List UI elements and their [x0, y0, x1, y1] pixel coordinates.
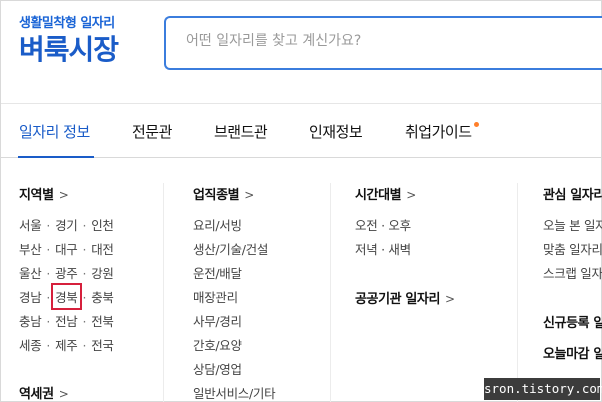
station-area-title[interactable]: 역세권 > [19, 383, 69, 402]
job-type-title[interactable]: 업직종별 > [193, 184, 254, 203]
region-sejong[interactable]: 세종 [19, 335, 42, 354]
active-tab-underline [18, 156, 94, 158]
column-divider [330, 183, 331, 402]
region-incheon[interactable]: 인천 [91, 215, 114, 234]
region-gyeongnam[interactable]: 경남 [19, 287, 42, 306]
region-jeju[interactable]: 제주 [55, 335, 78, 354]
region-row: 울산 · 광주 · 강원 [19, 263, 114, 282]
separator: · [46, 242, 51, 257]
region-title-label: 지역별 [19, 188, 54, 203]
matched-jobs-link[interactable]: 맞춤 일자리 [543, 239, 602, 258]
region-busan[interactable]: 부산 [19, 239, 42, 258]
job-type-office[interactable]: 사무/경리 [193, 311, 242, 330]
separator: · [46, 266, 51, 281]
job-type-nursing[interactable]: 간호/요양 [193, 335, 242, 354]
public-jobs-title[interactable]: 공공기관 일자리 > [355, 288, 455, 307]
region-nationwide[interactable]: 전국 [91, 335, 114, 354]
site-logo[interactable]: 생활밀착형 일자리 벼룩시장 [19, 12, 119, 67]
region-ulsan[interactable]: 울산 [19, 263, 42, 282]
time-slot-day[interactable]: 오전 · 오후 [355, 215, 411, 234]
job-type-driving[interactable]: 운전/배달 [193, 263, 242, 282]
main-nav: 일자리 정보 전문관 브랜드관 인재정보 취업가이드 [0, 112, 602, 158]
separator: · [82, 266, 87, 281]
separator: · [46, 314, 51, 329]
time-slot-night[interactable]: 저녁 · 새벽 [355, 239, 411, 258]
region-seoul[interactable]: 서울 [19, 215, 42, 234]
column-divider [163, 183, 164, 402]
logo-subtitle: 생활밀착형 일자리 [19, 16, 115, 31]
scrapped-jobs-link[interactable]: 스크랩 일자리 [543, 263, 602, 282]
region-jeonnam[interactable]: 전남 [55, 311, 78, 330]
region-row: 부산 · 대구 · 대전 [19, 239, 114, 258]
logo-title: 벼룩시장 [19, 33, 119, 66]
search-input[interactable] [186, 33, 586, 49]
separator: · [46, 218, 51, 233]
new-jobs-title[interactable]: 신규등록 일자리 [543, 312, 602, 331]
tab-brand[interactable]: 브랜드관 [214, 121, 268, 142]
separator: · [82, 218, 87, 233]
region-row: 서울 · 경기 · 인천 [19, 215, 114, 234]
search-box[interactable] [164, 16, 602, 70]
job-type-title-label: 업직종별 [193, 188, 240, 203]
recent-jobs-link[interactable]: 오늘 본 일자리 [543, 215, 602, 234]
watermark: sron.tistory.com [484, 378, 602, 400]
region-daejeon[interactable]: 대전 [91, 239, 114, 258]
region-row: 충남 · 전남 · 전북 [19, 311, 114, 330]
region-row: 세종 · 제주 · 전국 [19, 335, 114, 354]
separator: · [46, 290, 51, 305]
region-jeonbuk[interactable]: 전북 [91, 311, 114, 330]
header-divider [1, 103, 601, 104]
new-dot-icon [473, 122, 479, 127]
tab-career-guide-label: 취업가이드 [405, 123, 472, 141]
separator: · [82, 338, 87, 353]
separator: · [82, 314, 87, 329]
job-type-service[interactable]: 일반서비스/기타 [193, 383, 276, 402]
job-type-store[interactable]: 매장관리 [193, 287, 238, 306]
region-chungnam[interactable]: 충남 [19, 311, 42, 330]
chevron-right-icon: > [58, 188, 69, 202]
region-gyeonggi[interactable]: 경기 [55, 215, 78, 234]
job-type-cooking[interactable]: 요리/서빙 [193, 215, 242, 234]
separator: · [82, 290, 87, 305]
region-chungbuk[interactable]: 충북 [91, 287, 114, 306]
region-gyeongbuk[interactable]: 경북 [51, 283, 82, 310]
chevron-right-icon: > [58, 387, 69, 401]
time-slot-title-label: 시간대별 [355, 188, 402, 203]
closing-today-title[interactable]: 오늘마감 일자리 [543, 343, 602, 362]
time-slot-title[interactable]: 시간대별 > [355, 184, 416, 203]
interest-jobs-title[interactable]: 관심 일자리 [543, 184, 602, 203]
region-daegu[interactable]: 대구 [55, 239, 78, 258]
region-row: 경남 · 경북 · 충북 [19, 283, 114, 310]
chevron-right-icon: > [406, 188, 416, 202]
column-divider [517, 183, 518, 402]
chevron-right-icon: > [445, 292, 455, 306]
region-gangwon[interactable]: 강원 [91, 263, 114, 282]
public-jobs-label: 공공기관 일자리 [355, 292, 441, 307]
tab-career-guide[interactable]: 취업가이드 [405, 121, 479, 142]
job-type-production[interactable]: 생산/기술/건설 [193, 239, 268, 258]
separator: · [46, 338, 51, 353]
region-title[interactable]: 지역별 > [19, 184, 69, 203]
job-type-sales[interactable]: 상담/영업 [193, 359, 242, 378]
chevron-right-icon: > [244, 188, 254, 202]
tab-specialty[interactable]: 전문관 [132, 121, 172, 142]
separator: · [82, 242, 87, 257]
tab-job-info[interactable]: 일자리 정보 [19, 121, 90, 142]
station-area-label: 역세권 [19, 387, 54, 402]
region-gwangju[interactable]: 광주 [55, 263, 78, 282]
tab-talent[interactable]: 인재정보 [309, 121, 363, 142]
